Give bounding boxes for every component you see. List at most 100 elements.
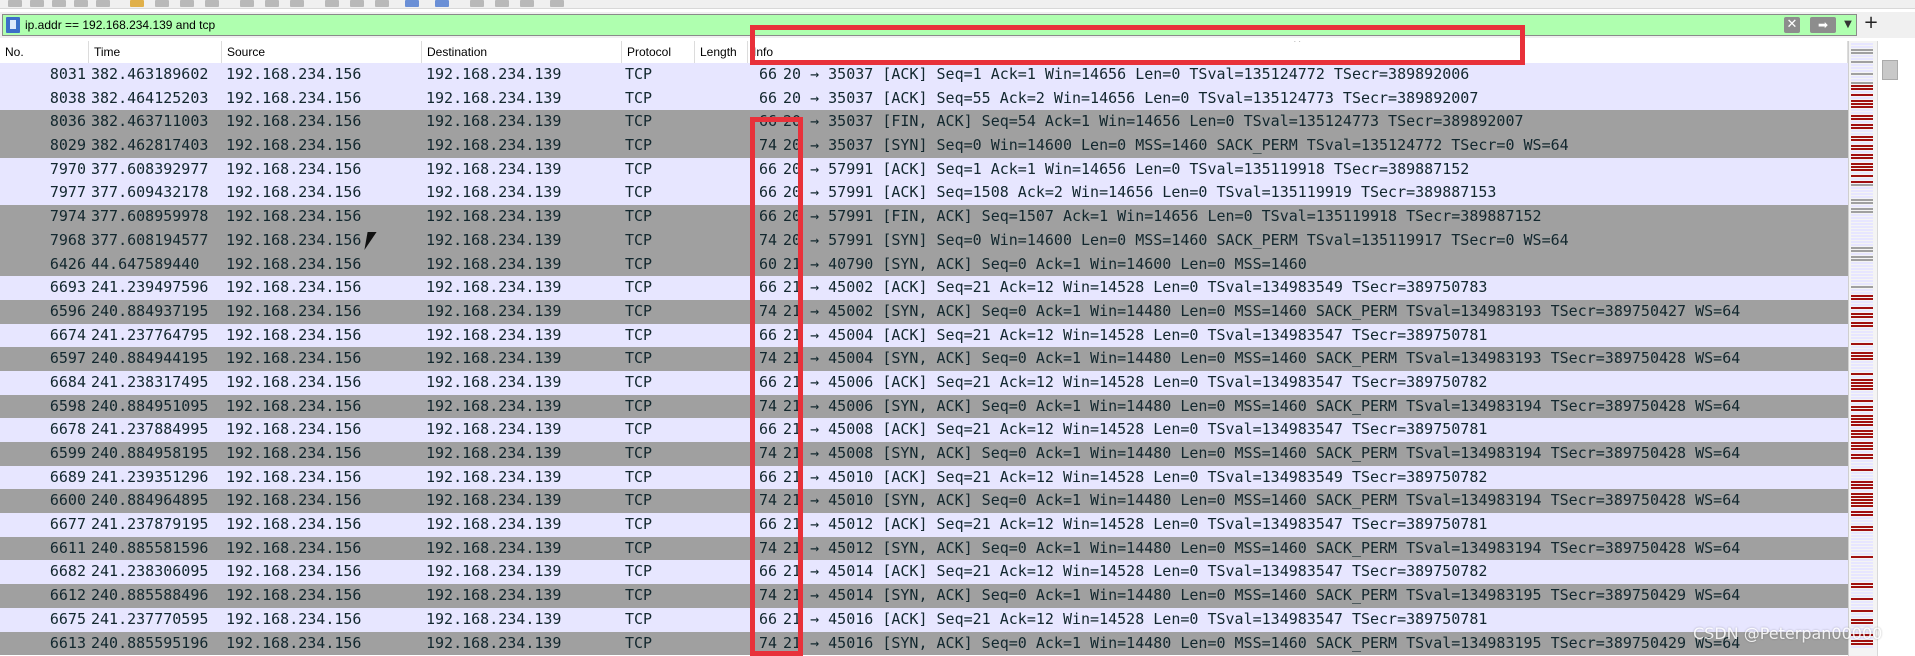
- packet-cell-dst: 192.168.234.139: [426, 586, 562, 605]
- display-filter-input[interactable]: [25, 16, 1785, 34]
- column-header-length[interactable]: Length: [695, 41, 748, 63]
- packet-cell-time: 240.884937195: [91, 301, 209, 320]
- packet-cell-info: 21 → 45012 [ACK] Seq=21 Ack=12 Win=14528…: [783, 515, 1488, 534]
- minimap-stripe: [1851, 325, 1873, 327]
- minimap-stripe: [1851, 451, 1873, 453]
- bookmark-icon[interactable]: [6, 17, 20, 33]
- minimap-stripe: [1851, 646, 1873, 648]
- packet-cell-dst: 192.168.234.139: [426, 88, 562, 107]
- packet-row[interactable]: 6598 240.884951095 192.168.234.156 192.168.…: [0, 394, 1848, 419]
- packet-cell-src: 192.168.234.156: [226, 325, 362, 344]
- resize-columns-icon[interactable]: [550, 0, 564, 7]
- toolbar-icon[interactable]: [96, 0, 110, 7]
- minimap-stripe: [1851, 322, 1873, 324]
- packet-row[interactable]: 6675 241.237770595 192.168.234.156 192.168.…: [0, 607, 1848, 632]
- packet-row[interactable]: 6599 240.884958195 192.168.234.156 192.168.…: [0, 442, 1848, 466]
- packet-cell-info: 21 → 45012 [SYN, ACK] Seq=0 Ack=1 Win=14…: [783, 538, 1741, 557]
- packet-cell-src: 192.168.234.156: [226, 420, 362, 439]
- packet-cell-src: 192.168.234.156: [226, 586, 362, 605]
- packet-cell-dst: 192.168.234.139: [426, 562, 562, 581]
- packet-row[interactable]: 8036 382.463711003 192.168.234.156 192.168.…: [0, 110, 1848, 135]
- minimap-stripe: [1851, 343, 1873, 345]
- minimap-stripe: [1851, 475, 1873, 477]
- packet-row[interactable]: 6613 240.885595196 192.168.234.156 192.168.…: [0, 631, 1848, 656]
- packet-list-minimap[interactable]: [1848, 41, 1878, 656]
- packet-row[interactable]: 7970 377.608392977 192.168.234.156 192.168.…: [0, 157, 1848, 182]
- column-header-destination[interactable]: Destination: [422, 41, 622, 63]
- zoom-reset-icon[interactable]: [520, 0, 534, 7]
- minimap-stripe: [1851, 430, 1873, 432]
- packet-row[interactable]: 8031 382.463189602 192.168.234.156 192.168.…: [0, 63, 1848, 87]
- packet-row[interactable]: 8038 382.464125203 192.168.234.156 192.168.…: [0, 86, 1848, 111]
- packet-cell-no: 6599: [49, 444, 86, 462]
- packet-row[interactable]: 7977 377.609432178 192.168.234.156 192.168.…: [0, 181, 1848, 206]
- minimap-stripe: [1851, 148, 1873, 150]
- packet-cell-len: 74: [758, 491, 777, 510]
- packet-row[interactable]: 6611 240.885581596 192.168.234.156 192.168.…: [0, 536, 1848, 561]
- minimap-stripe: [1851, 532, 1873, 534]
- vertical-scrollbar[interactable]: [1877, 41, 1915, 656]
- packet-cell-len: 74: [758, 136, 777, 155]
- packet-row[interactable]: 6684 241.238317495 192.168.234.156 192.168.…: [0, 370, 1848, 395]
- packet-row[interactable]: 6596 240.884937195 192.168.234.156 192.168.…: [0, 299, 1848, 324]
- toolbar-icon[interactable]: [155, 0, 169, 7]
- toolbar-icon[interactable]: [350, 0, 364, 7]
- packet-row[interactable]: 7968 377.608194577 192.168.234.156 192.168.…: [0, 228, 1848, 253]
- packet-row[interactable]: 6612 240.885588496 192.168.234.156 192.168.…: [0, 584, 1848, 608]
- packet-row[interactable]: 6426 44.647589440 192.168.234.156 192.168.2…: [0, 252, 1848, 277]
- packet-row[interactable]: 6674 241.237764795 192.168.234.156 192.168.…: [0, 323, 1848, 348]
- minimap-stripe: [1851, 226, 1873, 228]
- packet-row[interactable]: 6693 241.239497596 192.168.234.156 192.168.…: [0, 276, 1848, 300]
- autoscroll-icon[interactable]: [405, 0, 419, 7]
- toolbar-icon[interactable]: [8, 0, 22, 7]
- minimap-stripe: [1851, 133, 1873, 135]
- minimap-stripe: [1851, 436, 1873, 438]
- minimap-stripe: [1851, 391, 1873, 393]
- packet-row[interactable]: 6677 241.237879195 192.168.234.156 192.168.…: [0, 513, 1848, 537]
- toolbar-icon[interactable]: [325, 0, 339, 7]
- open-file-icon[interactable]: [130, 0, 144, 7]
- toolbar-icon[interactable]: [240, 0, 254, 7]
- toolbar-icon[interactable]: [290, 0, 304, 7]
- minimap-stripe: [1851, 616, 1873, 618]
- zoom-out-icon[interactable]: [495, 0, 509, 7]
- minimap-stripe: [1851, 478, 1873, 480]
- packet-row[interactable]: 8029 382.462817403 192.168.234.156 192.168.…: [0, 134, 1848, 158]
- packet-cell-dst: 192.168.234.139: [426, 491, 562, 510]
- toolbar-icon[interactable]: [265, 0, 279, 7]
- minimap-stripe: [1851, 127, 1873, 129]
- column-header-source[interactable]: Source: [222, 41, 422, 63]
- clear-filter-icon[interactable]: ✕: [1784, 17, 1800, 33]
- packet-cell-len: 66: [758, 372, 777, 391]
- packet-row[interactable]: 6678 241.237884995 192.168.234.156 192.168.…: [0, 418, 1848, 442]
- scrollbar-thumb[interactable]: [1882, 60, 1898, 80]
- packet-cell-len: 66: [758, 207, 777, 226]
- column-header-time[interactable]: Time: [89, 41, 222, 63]
- minimap-stripe: [1851, 154, 1873, 156]
- minimap-stripe: [1851, 115, 1873, 117]
- packet-row[interactable]: 6597 240.884944195 192.168.234.156 192.168.…: [0, 347, 1848, 371]
- toolbar-icon[interactable]: [375, 0, 389, 7]
- filter-dropdown-icon[interactable]: ▼: [1841, 16, 1855, 34]
- zoom-in-icon[interactable]: [470, 0, 484, 7]
- minimap-stripe: [1851, 643, 1873, 645]
- packet-row[interactable]: 6689 241.239351296 192.168.234.156 192.168.…: [0, 465, 1848, 490]
- packet-cell-src: 192.168.234.156: [226, 230, 362, 249]
- column-header-no[interactable]: No.: [0, 41, 89, 63]
- packet-rows: 8031 382.463189602 192.168.234.156 192.168.…: [0, 63, 1848, 656]
- toolbar-icon[interactable]: [74, 0, 88, 7]
- column-header-protocol[interactable]: Protocol: [622, 41, 695, 63]
- minimap-stripe: [1851, 235, 1873, 237]
- packet-row[interactable]: 7974 377.608959978 192.168.234.156 192.168.…: [0, 205, 1848, 229]
- toolbar-icon[interactable]: [52, 0, 66, 7]
- minimap-stripe: [1851, 337, 1873, 339]
- toolbar-icon[interactable]: [205, 0, 219, 7]
- colorize-icon[interactable]: [435, 0, 449, 7]
- toolbar-icon[interactable]: [180, 0, 194, 7]
- add-filter-icon[interactable]: +: [1862, 14, 1880, 32]
- minimap-stripe: [1851, 169, 1873, 171]
- apply-filter-icon[interactable]: ➡: [1810, 17, 1836, 33]
- toolbar-icon[interactable]: [30, 0, 44, 7]
- packet-row[interactable]: 6682 241.238306095 192.168.234.156 192.168.…: [0, 560, 1848, 585]
- packet-row[interactable]: 6600 240.884964895 192.168.234.156 192.168.…: [0, 489, 1848, 514]
